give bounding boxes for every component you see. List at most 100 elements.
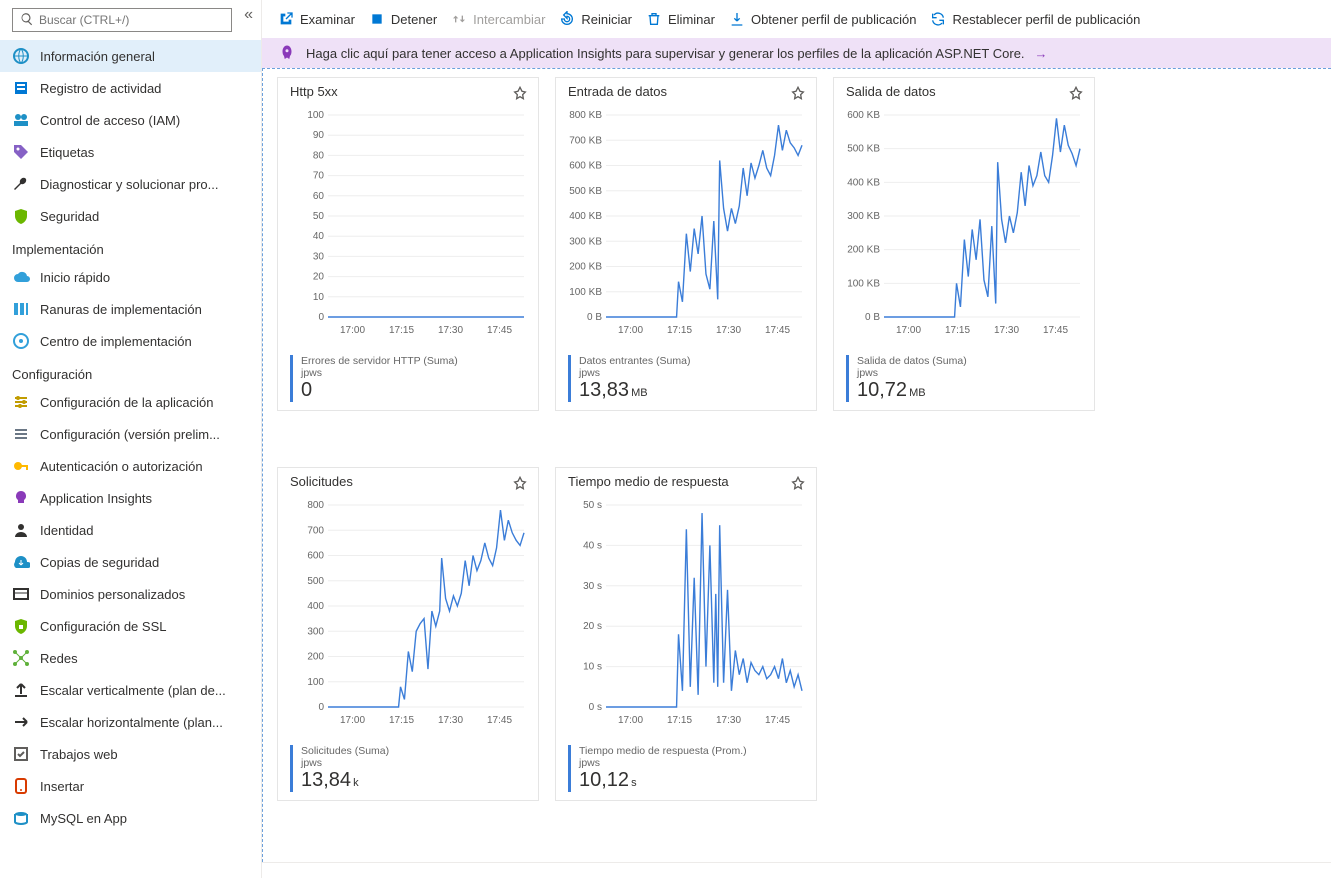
nav-main-item-0[interactable]: Información general — [0, 40, 261, 72]
legend-value: 13,84k — [301, 769, 526, 792]
log-icon — [12, 79, 30, 97]
legend: Solicitudes (Suma) jpws 13,84k — [290, 745, 526, 792]
nav-conf-item-1[interactable]: Configuración (versión prelim... — [0, 418, 261, 450]
svg-text:17:00: 17:00 — [340, 325, 365, 336]
insights-banner[interactable]: Haga clic aquí para tener acceso a Appli… — [262, 38, 1331, 68]
nav-conf-item-2[interactable]: Autenticación o autorización — [0, 450, 261, 482]
collapse-sidebar-icon[interactable]: « — [244, 6, 253, 24]
nav-main-item-5[interactable]: Seguridad — [0, 200, 261, 232]
pin-icon[interactable] — [512, 476, 528, 492]
nav-conf-item-0[interactable]: Configuración de la aplicación — [0, 386, 261, 418]
metric-card-requests[interactable]: Solicitudes 010020030040050060070080017:… — [277, 467, 539, 801]
metric-card-http5xx[interactable]: Http 5xx 010203040506070809010017:0017:1… — [277, 77, 539, 411]
mysql-icon — [12, 809, 30, 827]
nav-label: MySQL en App — [40, 811, 127, 826]
nav-label: Escalar horizontalmente (plan... — [40, 715, 223, 730]
svg-text:200 KB: 200 KB — [569, 262, 602, 273]
legend-value: 10,12s — [579, 769, 804, 792]
cloud-icon — [12, 268, 30, 286]
nav-label: Redes — [40, 651, 78, 666]
chart-data_in: 0 B100 KB200 KB300 KB400 KB500 KB600 KB7… — [556, 99, 816, 349]
nav-conf-item-10[interactable]: Escalar horizontalmente (plan... — [0, 706, 261, 738]
svg-text:100: 100 — [307, 677, 324, 688]
nav-label: Configuración (versión prelim... — [40, 427, 220, 442]
delete-button[interactable]: Eliminar — [646, 11, 715, 27]
group-configuration-header: Configuración — [0, 357, 261, 386]
svg-text:17:45: 17:45 — [765, 715, 790, 726]
nav-conf-item-13[interactable]: MySQL en App — [0, 802, 261, 834]
nav-conf-item-3[interactable]: Application Insights — [0, 482, 261, 514]
legend: Tiempo medio de respuesta (Prom.) jpws 1… — [568, 745, 804, 792]
svg-text:0 B: 0 B — [587, 312, 602, 323]
slots-icon — [12, 300, 30, 318]
search-input[interactable] — [12, 8, 232, 32]
nav-label: Identidad — [40, 523, 94, 538]
card-title: Solicitudes — [278, 468, 538, 489]
metric-card-data_in[interactable]: Entrada de datos 0 B100 KB200 KB300 KB40… — [555, 77, 817, 411]
card-title: Http 5xx — [278, 78, 538, 99]
chart-resp_time: 0 s10 s20 s30 s40 s50 s17:0017:1517:3017… — [556, 489, 816, 739]
nav-main-item-4[interactable]: Diagnosticar y solucionar pro... — [0, 168, 261, 200]
svg-text:60: 60 — [313, 191, 325, 202]
nav-main-item-2[interactable]: Control de acceso (IAM) — [0, 104, 261, 136]
pin-icon[interactable] — [1068, 86, 1084, 102]
pin-icon[interactable] — [790, 86, 806, 102]
restart-button[interactable]: Reiniciar — [559, 11, 632, 27]
svg-text:17:30: 17:30 — [438, 325, 463, 336]
legend-label: Solicitudes (Suma) — [301, 745, 526, 757]
nav-conf-item-8[interactable]: Redes — [0, 642, 261, 674]
nav-label: Autenticación o autorización — [40, 459, 203, 474]
card-title: Salida de datos — [834, 78, 1094, 99]
examine-button[interactable]: Examinar — [278, 11, 355, 27]
nav-impl-item-1[interactable]: Ranuras de implementación — [0, 293, 261, 325]
nav-conf-item-9[interactable]: Escalar verticalmente (plan de... — [0, 674, 261, 706]
svg-text:50: 50 — [313, 211, 325, 222]
search-icon — [20, 12, 34, 26]
nav-main-item-3[interactable]: Etiquetas — [0, 136, 261, 168]
svg-text:50 s: 50 s — [583, 500, 602, 511]
legend-value: 0 — [301, 379, 526, 402]
pin-icon[interactable] — [512, 86, 528, 102]
chart-data_out: 0 B100 KB200 KB300 KB400 KB500 KB600 KB1… — [834, 99, 1094, 349]
metric-card-resp_time[interactable]: Tiempo medio de respuesta 0 s10 s20 s30 … — [555, 467, 817, 801]
nav-label: Ranuras de implementación — [40, 302, 202, 317]
nav-main-item-1[interactable]: Registro de actividad — [0, 72, 261, 104]
svg-text:200: 200 — [307, 652, 324, 663]
legend-value: 13,83MB — [579, 379, 804, 402]
stop-button[interactable]: Detener — [369, 11, 437, 27]
svg-text:17:15: 17:15 — [667, 325, 692, 336]
svg-text:100 KB: 100 KB — [569, 287, 602, 298]
legend: Errores de servidor HTTP (Suma) jpws 0 — [290, 355, 526, 402]
nav-conf-item-12[interactable]: Insertar — [0, 770, 261, 802]
svg-text:17:00: 17:00 — [618, 715, 643, 726]
metric-card-data_out[interactable]: Salida de datos 0 B100 KB200 KB300 KB400… — [833, 77, 1095, 411]
horizontal-scrollbar[interactable] — [262, 862, 1331, 878]
nav-conf-item-5[interactable]: Copias de seguridad — [0, 546, 261, 578]
nav-label: Dominios personalizados — [40, 587, 185, 602]
svg-text:0: 0 — [318, 312, 324, 323]
sliders2-icon — [12, 425, 30, 443]
reset-profile-button[interactable]: Restablecer perfil de publicación — [930, 11, 1140, 27]
legend-value: 10,72MB — [857, 379, 1082, 402]
pin-icon[interactable] — [790, 476, 806, 492]
nav-conf-item-7[interactable]: Configuración de SSL — [0, 610, 261, 642]
download-icon — [729, 11, 745, 27]
svg-text:17:45: 17:45 — [1043, 325, 1068, 336]
get-profile-button[interactable]: Obtener perfil de publicación — [729, 11, 917, 27]
legend-label: Salida de datos (Suma) — [857, 355, 1082, 367]
legend-sub: jpws — [857, 367, 1082, 379]
svg-text:400: 400 — [307, 601, 324, 612]
svg-text:17:15: 17:15 — [389, 325, 414, 336]
legend-sub: jpws — [301, 757, 526, 769]
svg-text:500 KB: 500 KB — [569, 186, 602, 197]
svg-text:17:45: 17:45 — [765, 325, 790, 336]
backup-icon — [12, 553, 30, 571]
svg-text:30: 30 — [313, 251, 325, 262]
chart-requests: 010020030040050060070080017:0017:1517:30… — [278, 489, 538, 739]
nav-impl-item-2[interactable]: Centro de implementación — [0, 325, 261, 357]
nav-impl-item-0[interactable]: Inicio rápido — [0, 261, 261, 293]
nav-label: Información general — [40, 49, 155, 64]
nav-conf-item-11[interactable]: Trabajos web — [0, 738, 261, 770]
nav-conf-item-6[interactable]: Dominios personalizados — [0, 578, 261, 610]
nav-conf-item-4[interactable]: Identidad — [0, 514, 261, 546]
